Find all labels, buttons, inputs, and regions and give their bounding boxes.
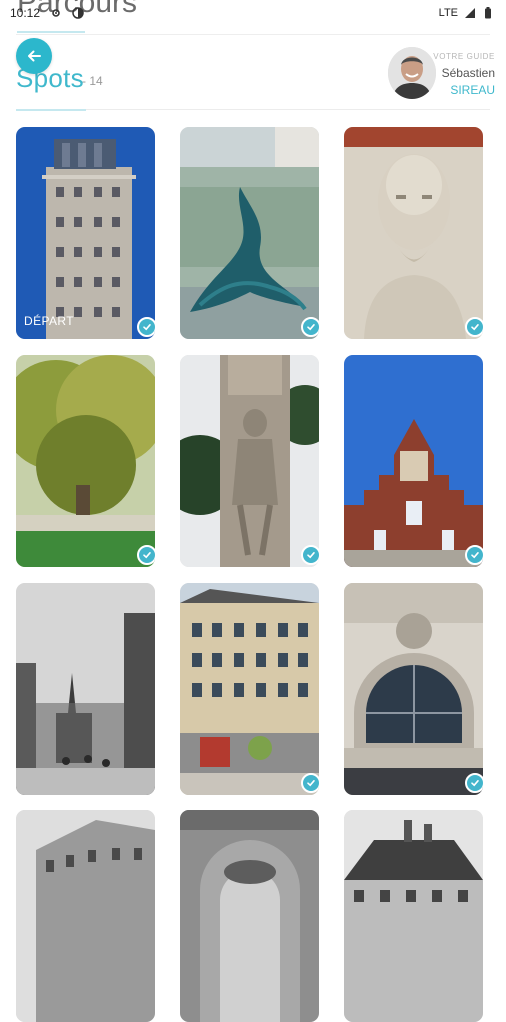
spot-image bbox=[344, 127, 483, 339]
visited-check-icon bbox=[137, 317, 155, 337]
spot-card[interactable] bbox=[16, 810, 155, 1022]
spot-image bbox=[344, 810, 483, 1022]
visited-check-icon bbox=[137, 545, 155, 565]
notification-icon bbox=[72, 7, 84, 19]
arrow-left-icon bbox=[28, 50, 41, 62]
spot-card[interactable] bbox=[16, 583, 155, 795]
spot-image bbox=[180, 127, 319, 339]
network-type: LTE bbox=[438, 7, 458, 19]
spot-image bbox=[180, 810, 319, 1022]
spot-image bbox=[16, 810, 155, 1022]
spot-card[interactable] bbox=[344, 810, 483, 1022]
spot-image bbox=[344, 583, 483, 795]
spot-image bbox=[180, 583, 319, 795]
visited-check-icon bbox=[301, 545, 319, 565]
spot-image bbox=[180, 355, 319, 567]
spot-card[interactable] bbox=[180, 127, 319, 339]
spot-image bbox=[344, 355, 483, 567]
spot-card[interactable] bbox=[344, 355, 483, 567]
visited-check-icon bbox=[301, 317, 319, 337]
spot-card[interactable] bbox=[180, 355, 319, 567]
spot-card[interactable]: DÉPART bbox=[16, 127, 155, 339]
spot-image bbox=[16, 583, 155, 795]
spots-grid: DÉPART bbox=[0, 0, 506, 1022]
visited-check-icon bbox=[465, 545, 483, 565]
back-button[interactable] bbox=[16, 38, 52, 74]
spot-card[interactable] bbox=[16, 355, 155, 567]
visited-check-icon bbox=[465, 773, 483, 793]
battery-icon bbox=[482, 7, 494, 19]
signal-icon bbox=[464, 7, 476, 19]
visited-check-icon bbox=[301, 773, 319, 793]
spot-image bbox=[16, 355, 155, 567]
spot-card[interactable] bbox=[344, 127, 483, 339]
visited-check-icon bbox=[465, 317, 483, 337]
status-bar: 10:12 LTE bbox=[0, 0, 506, 26]
settings-icon bbox=[50, 7, 62, 19]
status-time: 10:12 bbox=[10, 6, 41, 20]
spot-card[interactable] bbox=[180, 583, 319, 795]
spot-card[interactable] bbox=[180, 810, 319, 1022]
spot-label-depart: DÉPART bbox=[24, 314, 74, 328]
spot-card[interactable] bbox=[344, 583, 483, 795]
spot-image bbox=[16, 127, 155, 339]
